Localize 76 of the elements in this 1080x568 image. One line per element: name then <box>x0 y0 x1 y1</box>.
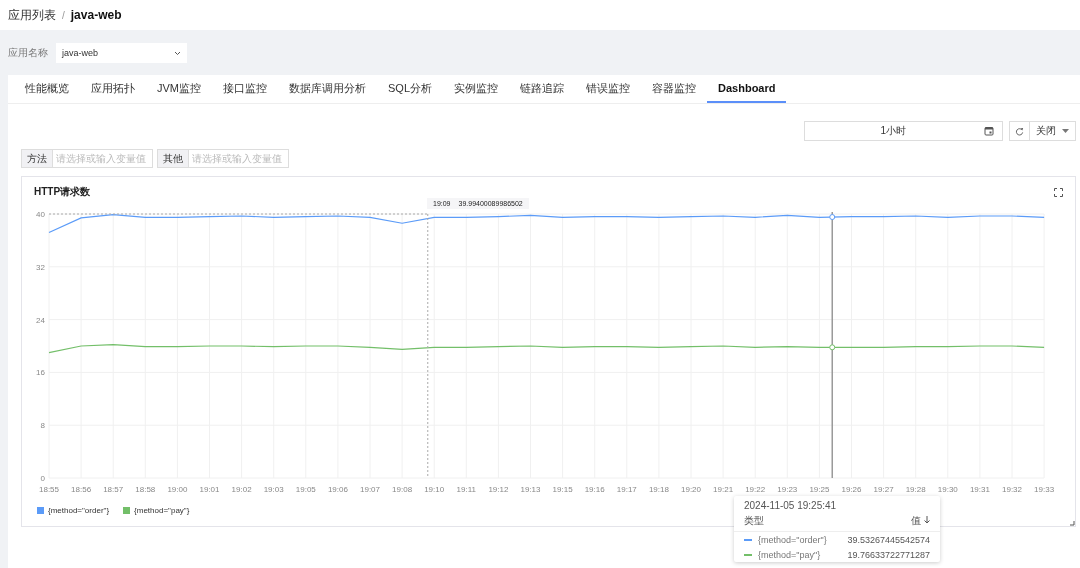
x-tick-label: 19:10 <box>424 485 445 494</box>
x-tick-label: 19:06 <box>327 485 348 494</box>
x-tick-label: 19:00 <box>167 485 188 494</box>
x-tick-label: 19:07 <box>360 485 380 494</box>
x-tick-label: 19:30 <box>937 485 958 494</box>
x-tick-label: 19:25 <box>809 485 830 494</box>
x-tick-label: 19:22 <box>745 485 766 494</box>
x-tick-label: 19:26 <box>841 485 862 494</box>
series-name: {method="order"} <box>758 535 828 545</box>
tab[interactable]: 链路追踪 <box>509 75 575 103</box>
x-tick-label: 19:21 <box>713 485 734 494</box>
x-tick-label: 19:31 <box>969 485 990 494</box>
refresh-icon <box>1015 126 1024 136</box>
breadcrumb-item[interactable]: java-web <box>70 8 122 22</box>
tab[interactable]: 应用拓扑 <box>80 75 146 103</box>
x-tick-label: 19:33 <box>1034 485 1055 494</box>
x-tick-label: 19:18 <box>648 485 669 494</box>
x-tick-label: 19:05 <box>295 485 316 494</box>
y-tick-label: 40 <box>36 210 45 219</box>
tooltip-time: 2024-11-05 19:25:41 <box>744 500 838 511</box>
y-tick-label: 16 <box>36 368 45 378</box>
tab[interactable]: Dashboard <box>707 75 787 103</box>
series-name: {method="pay"} <box>758 550 822 560</box>
x-tick-label: 19:16 <box>584 485 605 494</box>
tab[interactable]: 接口监控 <box>212 75 278 103</box>
x-tick-label: 18:56 <box>71 485 92 494</box>
y-tick-label: 32 <box>36 262 45 272</box>
x-tick-label: 18:57 <box>103 485 124 494</box>
tab[interactable]: 错误监控 <box>575 75 641 103</box>
x-tick-label: 19:20 <box>681 485 701 494</box>
column-header[interactable]: 值 <box>911 514 930 528</box>
x-tick-label: 19:15 <box>552 485 573 494</box>
x-tick-label: 19:23 <box>777 485 798 494</box>
variable-input[interactable]: 请选择或输入变量值 <box>189 149 289 168</box>
x-tick-label: 18:55 <box>39 485 59 494</box>
tab[interactable]: 性能概览 <box>14 75 80 103</box>
app-select[interactable]: java-web <box>56 43 187 63</box>
chevron-down-icon <box>174 50 181 56</box>
breadcrumb-item[interactable]: 应用列表 <box>8 6 56 24</box>
resize-handle-icon[interactable] <box>1070 521 1075 526</box>
variable-label: 其他 <box>157 149 189 168</box>
y-tick-label: 8 <box>40 421 45 431</box>
panel-title: HTTP请求数 <box>34 185 91 199</box>
x-tick-label: 19:32 <box>1002 485 1022 494</box>
x-tick-label: 19:03 <box>263 485 284 494</box>
legend-item[interactable]: {method="order"} <box>37 506 110 515</box>
x-tick-label: 19:17 <box>616 485 637 494</box>
tab[interactable]: 数据库调用分析 <box>278 75 377 103</box>
tab[interactable]: 容器监控 <box>641 75 707 103</box>
x-tick-label: 19:28 <box>905 485 926 494</box>
x-tick-label: 19:01 <box>199 485 220 494</box>
sort-arrow-icon <box>924 516 930 524</box>
series-value: 19.76633722771287 <box>847 550 930 560</box>
y-tick-label: 24 <box>36 315 45 325</box>
breadcrumb-separator: / <box>62 9 65 21</box>
x-tick-label: 19:13 <box>520 485 541 494</box>
calendar-icon <box>984 126 994 136</box>
variable-input[interactable]: 请选择或输入变量值 <box>53 149 153 168</box>
time-range-field[interactable]: 1小时 <box>804 121 1003 141</box>
x-tick-label: 18:58 <box>135 485 156 494</box>
x-tick-label: 19:11 <box>456 485 476 494</box>
x-tick-label: 19:27 <box>873 485 894 494</box>
series-value: 39.53267445542574 <box>847 535 930 545</box>
x-tick-label: 19:08 <box>392 485 413 494</box>
tab[interactable]: JVM监控 <box>146 75 212 103</box>
caret-icon <box>1062 129 1069 133</box>
tab[interactable]: 实例监控 <box>443 75 509 103</box>
x-tick-label: 19:02 <box>231 485 252 494</box>
column-header: 类型 <box>744 514 764 528</box>
filter-label: 应用名称 <box>8 46 48 60</box>
x-tick-label: 19:12 <box>488 485 509 494</box>
y-tick-label: 0 <box>40 474 45 483</box>
variable-label: 方法 <box>21 149 53 168</box>
tab[interactable]: SQL分析 <box>377 75 443 103</box>
legend-item[interactable]: {method="pay"} <box>123 506 190 515</box>
fullscreen-icon[interactable] <box>1054 187 1063 197</box>
